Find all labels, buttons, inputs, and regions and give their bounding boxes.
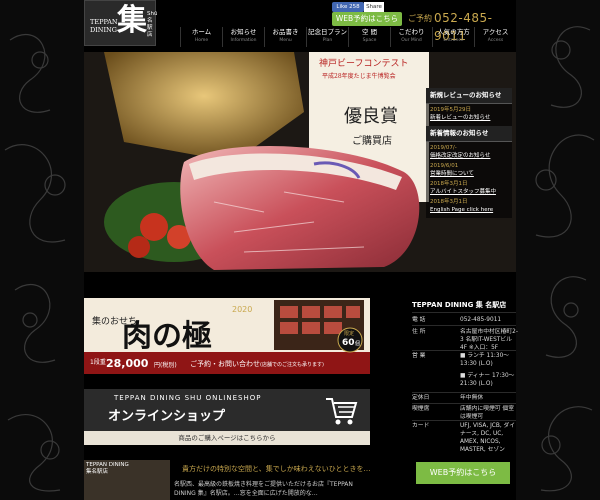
list-item[interactable]: 2019/07/- 価格改定改定のお知らせ [430,144,508,160]
logo-kanji: 集 [117,3,147,38]
facebook-like-button[interactable]: Like 258 [332,2,364,12]
nav-entrance[interactable]: 人気の方方 Entrance [432,27,474,47]
nav-access[interactable]: アクセス Access [474,27,516,47]
tel-label: ご予約 [408,14,432,23]
list-item[interactable]: 2019/6/01 営業時間について [430,162,508,178]
osechi-price: 28,000 [106,357,149,370]
award-sub: ご購買店 [352,134,392,147]
online-shop-banner[interactable]: TEPPAN DINING SHU ONLINESHOP オンラインショップ 商… [84,389,370,445]
osechi-contact: ご予約・お問い合わせ [190,359,260,368]
divider [412,350,516,351]
web-reserve-button-top[interactable]: WEB予約はこちら [332,12,402,26]
osechi-limited-unit: 個 [355,340,360,347]
divider [412,420,516,421]
store-photo-label: TEPPAN DINING 集名駅店 [86,462,129,475]
news-panel: 新規レビューのお知らせ 2019年5月29日 新着レビューのお知らせ 新着情報の… [426,88,512,264]
divider [412,392,516,393]
review-list: 2019年5月29日 新着レビューのお知らせ [426,104,512,126]
divider [412,312,516,313]
logo-shu: Shū 名駅店 [147,11,158,38]
nav-plan[interactable]: 記念日プラン Plan [306,27,348,47]
info-list: 2019/07/- 価格改定改定のお知らせ 2019/6/01 営業時間について 2… [426,142,512,218]
osechi-title: 肉の極 [122,319,212,354]
osechi-banner[interactable]: 集のおせち 肉の極 2020 1段重 28,000 円(税別) ご予約・お問い合… [84,298,370,374]
nav-home[interactable]: ホーム Home [180,27,222,47]
osechi-limited-num: 60 [342,338,355,348]
store-info-title: TEPPAN DINING 集 名駅店 [412,301,507,309]
page-container: TEPPAN DINING 集 Shū 名駅店 Like 258 Share WE… [84,0,518,500]
osechi-year: 2020 [232,305,252,314]
global-nav: ホーム Home お知らせ Information お品書き Menu 記念日プラン P… [180,27,516,47]
list-item[interactable]: 2018年3月1日 アルバイトスタッフ募集中 [430,180,508,196]
osechi-banner-art: 集のおせち 肉の極 2020 1段重 28,000 円(税別) ご予約・お問い合… [84,298,370,374]
list-item[interactable]: 2018年3月1日 English Page click here [430,198,508,214]
sign-title: 神戸ビーフコンテスト [319,57,408,69]
floral-ornament-right [535,26,595,492]
divider [412,325,516,326]
facebook-share-button[interactable]: Share [364,2,384,12]
nav-information[interactable]: お知らせ Information [222,27,264,47]
shop-ja-title: オンラインショップ [108,409,226,424]
nav-our-mind[interactable]: こだわり Our Mind [390,27,432,47]
web-reserve-button-side[interactable]: WEB予約はこちら [416,462,510,484]
list-item[interactable]: 2019年5月29日 新着レビューのお知らせ [430,106,508,122]
osechi-limited: 限定 [344,330,354,337]
intro-text: 名駅西、最高級の鉄板焼き料理をご提供いただけるお店『TEPPAN DINING … [174,481,353,497]
divider [412,403,516,404]
cart-icon [326,398,358,425]
nav-space[interactable]: 空 間 Space [348,27,390,47]
shop-en-title: TEPPAN DINING SHU ONLINESHOP [114,394,262,402]
sign-sub: 平成28年度たじま牛博覧会 [322,72,396,80]
floral-ornament-left [4,33,66,492]
info-heading: 新着情報のお知らせ [426,126,512,142]
nav-menu[interactable]: お品書き Menu [264,27,306,47]
tagline: 貴方だけの特別な空間と、集でしか味わえないひとときを… [182,465,371,473]
osechi-contact-note: (店舗でのご注文も承ります) [260,361,324,368]
store-photo: TEPPAN DINING 集名駅店 [84,460,170,500]
osechi-price-unit: 円(税別) [154,361,177,369]
review-heading: 新規レビューのお知らせ [426,88,512,104]
award-text: 優良賞 [344,106,398,127]
shop-subtitle: 商品のご購入ページはこちらから [84,431,370,445]
logo-teppan-text: TEPPAN DINING [90,18,118,34]
osechi-price-label: 1段重 [90,358,106,366]
site-logo[interactable]: TEPPAN DINING 集 Shū 名駅店 [84,0,158,46]
